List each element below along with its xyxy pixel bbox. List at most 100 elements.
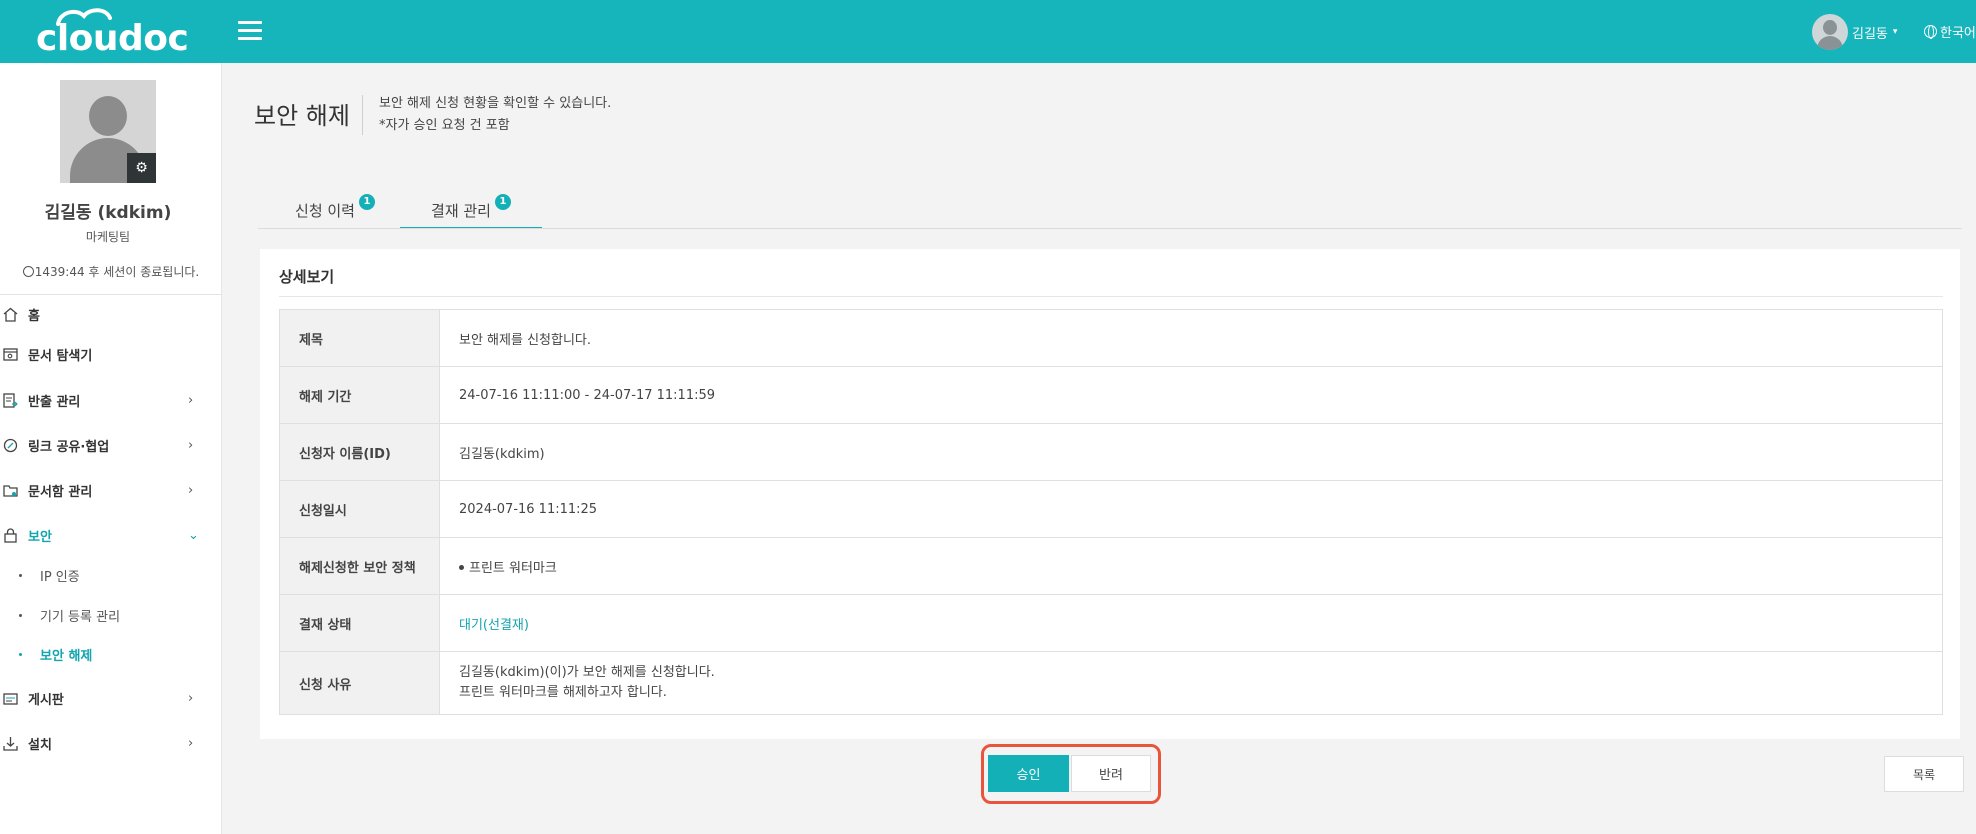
- avatar: [1812, 14, 1848, 50]
- sidebar-subitem-device-registration[interactable]: 기기 등록 관리: [0, 601, 222, 629]
- list-button[interactable]: 목록: [1884, 756, 1964, 792]
- sidebar-subitem-label: IP 인증: [40, 569, 80, 585]
- caret-down-icon: ▾: [1892, 27, 1898, 37]
- count-badge: 1: [494, 194, 511, 210]
- sidebar-item-label: 문서함 관리: [28, 484, 93, 500]
- divider: [279, 296, 1943, 297]
- table-row: 해제신청한 보안 정책 프린트 워터마크: [279, 537, 1943, 595]
- sidebar-subitem-label: 기기 등록 관리: [40, 609, 121, 625]
- bullet-icon: [459, 564, 464, 570]
- row-label: 신청자 이름(ID): [279, 423, 440, 481]
- count-badge: 1: [358, 194, 375, 210]
- home-icon: [2, 306, 18, 322]
- row-label: 신청 사유: [279, 651, 440, 715]
- page-description: 보안 해제 신청 현황을 확인할 수 있습니다. *자가 승인 요청 건 포함: [379, 93, 611, 137]
- detail-table: 제목 보안 해제를 신청합니다. 해제 기간 24-07-16 11:11:00…: [279, 309, 1943, 715]
- tab-approval-management[interactable]: 결재 관리 1: [400, 178, 542, 229]
- hamburger-menu-icon[interactable]: [238, 21, 262, 41]
- approve-button[interactable]: 승인: [988, 755, 1069, 792]
- user-name: 김길동: [1852, 26, 1888, 42]
- sidebar-item-folder-management[interactable]: 문서함 관리 ›: [0, 475, 222, 505]
- sidebar-item-label: 설치: [28, 737, 52, 753]
- download-icon: [2, 735, 18, 751]
- sidebar-item-label: 게시판: [28, 692, 64, 708]
- table-row: 신청자 이름(ID) 김길동(kdkim): [279, 423, 1943, 481]
- table-row: 해제 기간 24-07-16 11:11:00 - 24-07-17 11:11…: [279, 366, 1943, 424]
- clock-icon: [22, 266, 34, 277]
- export-icon: [2, 392, 18, 408]
- globe-icon: [1924, 25, 1937, 39]
- row-label: 해제신청한 보안 정책: [279, 537, 440, 595]
- sidebar-item-label: 링크 공유·협업: [28, 439, 110, 455]
- sidebar-item-security[interactable]: 보안 ⌄: [0, 520, 222, 550]
- profile-team: 마케팅팀: [85, 230, 131, 244]
- logo-text: cloudoc: [36, 18, 189, 59]
- row-value: 2024-07-16 11:11:25: [439, 480, 1943, 538]
- tab-label: 신청 이력: [295, 202, 355, 220]
- row-label: 신청일시: [279, 480, 440, 538]
- sidebar-item-board[interactable]: 게시판 ›: [0, 683, 222, 713]
- document-explorer-icon: [2, 346, 18, 362]
- page-description-line: 보안 해제 신청 현황을 확인할 수 있습니다.: [379, 96, 612, 111]
- table-row: 결재 상태 대기(선결재): [279, 594, 1943, 652]
- chevron-right-icon: ›: [188, 482, 194, 498]
- sidebar-item-install[interactable]: 설치 ›: [0, 728, 222, 758]
- row-value: 24-07-16 11:11:00 - 24-07-17 11:11:59: [439, 366, 1943, 424]
- table-row: 신청 사유 김길동(kdkim)(이)가 보안 해제를 신청합니다. 프린트 워…: [279, 651, 1943, 715]
- tab-request-history[interactable]: 신청 이력 1: [280, 178, 390, 229]
- row-value: 보안 해제를 신청합니다.: [439, 309, 1943, 367]
- sidebar-item-link-share[interactable]: 링크 공유·협업 ›: [0, 430, 222, 460]
- sidebar-item-document-explorer[interactable]: 문서 탐색기: [0, 339, 222, 369]
- lock-icon: [2, 527, 18, 543]
- sidebar-item-label: 홈: [28, 308, 40, 324]
- reason-line: 김길동(kdkim)(이)가 보안 해제를 신청합니다.: [459, 665, 715, 680]
- tab-label: 결재 관리: [431, 202, 491, 220]
- sidebar-item-label: 반출 관리: [28, 394, 81, 410]
- language-selector[interactable]: 한국어: [1924, 22, 1976, 41]
- row-label: 결재 상태: [279, 594, 440, 652]
- gear-icon[interactable]: ⚙: [127, 153, 156, 183]
- reason-line: 프린트 워터마크를 해제하고자 합니다.: [459, 685, 667, 700]
- table-row: 제목 보안 해제를 신청합니다.: [279, 309, 1943, 367]
- chevron-right-icon: ›: [188, 392, 194, 408]
- chevron-right-icon: ›: [188, 735, 194, 751]
- row-label: 제목: [279, 309, 440, 367]
- top-header: cloudoc 김길동 ▾ 한국어: [0, 0, 1976, 63]
- language-label: 한국어: [1940, 26, 1976, 41]
- cloudoc-logo[interactable]: cloudoc: [36, 4, 189, 60]
- board-icon: [2, 690, 18, 706]
- row-value: 프린트 워터마크: [439, 537, 1943, 595]
- sidebar-subitem-ip-auth[interactable]: IP 인증: [0, 561, 222, 589]
- page-title: 보안 해제: [254, 102, 350, 130]
- user-menu[interactable]: 김길동 ▾: [1812, 12, 1897, 52]
- chevron-right-icon: ›: [188, 437, 194, 453]
- sidebar-subitem-security-release[interactable]: 보안 해제: [0, 640, 222, 668]
- session-text: 1439:44 후 세션이 종료됩니다.: [34, 265, 200, 279]
- link-share-icon: [2, 437, 18, 453]
- sidebar-item-export[interactable]: 반출 관리 ›: [0, 385, 222, 415]
- detail-panel: 상세보기 제목 보안 해제를 신청합니다. 해제 기간 24-07-16 11:…: [260, 249, 1960, 739]
- sidebar: ⚙ 김길동 (kdkim) 마케팅팀 1439:44 후 세션이 종료됩니다. …: [0, 63, 222, 834]
- row-label: 해제 기간: [279, 366, 440, 424]
- row-value: 김길동(kdkim)(이)가 보안 해제를 신청합니다. 프린트 워터마크를 해…: [439, 651, 1943, 715]
- sidebar-subitem-label: 보안 해제: [40, 648, 93, 664]
- chevron-right-icon: ›: [188, 690, 194, 706]
- row-value: 김길동(kdkim): [439, 423, 1943, 481]
- main-content: 보안 해제 보안 해제 신청 현황을 확인할 수 있습니다. *자가 승인 요청…: [222, 63, 1976, 834]
- sidebar-item-label: 보안: [28, 529, 52, 545]
- divider: [0, 294, 222, 295]
- table-row: 신청일시 2024-07-16 11:11:25: [279, 480, 1943, 538]
- detail-heading: 상세보기: [279, 268, 335, 286]
- title-divider: [362, 95, 363, 135]
- chevron-down-icon: ⌄: [188, 527, 199, 543]
- tabs-underline: [258, 228, 1962, 229]
- sidebar-item-home[interactable]: 홈: [0, 299, 222, 329]
- folder-settings-icon: [2, 482, 18, 498]
- approval-status[interactable]: 대기(선결재): [439, 594, 1943, 652]
- page-description-note: *자가 승인 요청 건 포함: [379, 118, 510, 133]
- policy-name: 프린트 워터마크: [469, 560, 557, 576]
- profile-name: 김길동 (kdkim): [44, 203, 172, 223]
- sidebar-item-label: 문서 탐색기: [28, 348, 93, 364]
- reject-button[interactable]: 반려: [1071, 755, 1151, 792]
- session-timer: 1439:44 후 세션이 종료됩니다.: [0, 263, 222, 280]
